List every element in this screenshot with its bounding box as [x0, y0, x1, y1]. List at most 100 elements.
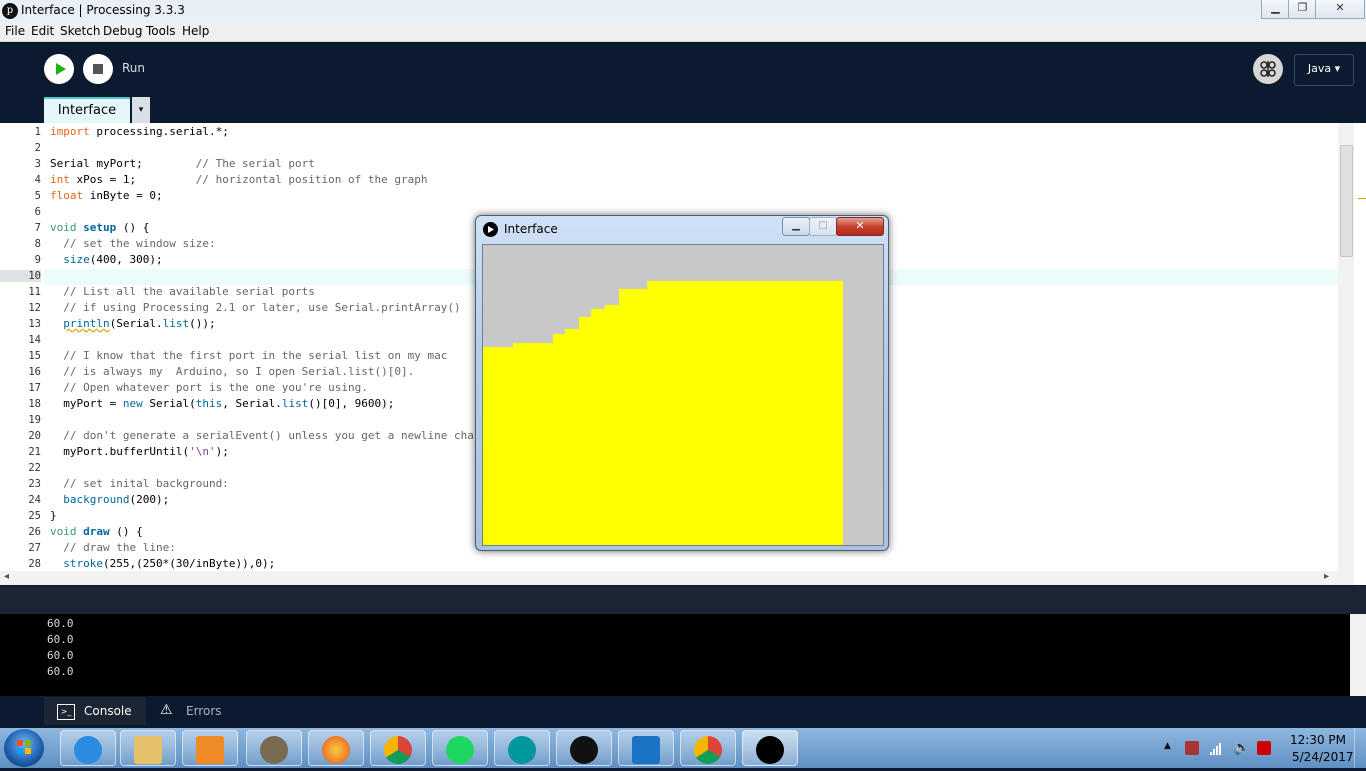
code-line: // Open whatever port is the one you're … [50, 381, 368, 394]
arduino-icon [508, 736, 536, 764]
console-tab-label: Console [84, 704, 132, 718]
tab-interface[interactable]: Interface [44, 97, 130, 123]
graph-bar [553, 334, 565, 545]
code-line: void setup () { [50, 221, 150, 234]
line-number: 24 [28, 494, 41, 506]
run-label: Run [122, 61, 146, 75]
stop-button[interactable] [83, 54, 113, 84]
code-line: // don't generate a serialEvent() unless… [50, 429, 521, 442]
maximize-icon[interactable]: ❐ [1288, 0, 1317, 19]
code-line: // set inital background: [50, 477, 229, 490]
taskbar-sketch-running[interactable] [742, 730, 798, 766]
console-scrollbar[interactable] [1350, 614, 1366, 696]
butterfly-icon [1260, 61, 1276, 77]
line-number: 21 [28, 446, 41, 458]
console-line: 60.0 [47, 633, 74, 646]
menu-help[interactable]: Help [182, 24, 209, 38]
taskbar-explorer[interactable] [120, 730, 176, 766]
sketch-canvas[interactable] [482, 244, 884, 546]
graph-bar [579, 317, 591, 545]
line-number: 1 [34, 126, 41, 138]
security-tray-icon[interactable] [1185, 741, 1199, 755]
network-icon[interactable] [1209, 741, 1223, 755]
minimize-button[interactable]: ▁ [1261, 0, 1290, 19]
sketch-minimize-button[interactable]: ▁ [782, 217, 810, 236]
processing-icon [570, 736, 598, 764]
line-number: 8 [34, 238, 41, 250]
editor-horizontal-scrollbar[interactable]: ◂ ▸ [0, 571, 1354, 585]
gimp-icon [260, 736, 288, 764]
line-number: 26 [28, 526, 41, 538]
line-number: 17 [28, 382, 41, 394]
show-hidden-icons-icon[interactable]: ▲ [1164, 741, 1171, 751]
line-number-gutter: 1 2 3 4 5 6 7 8 9 10 11 12 13 14 15 16 1… [0, 123, 44, 571]
debugger-button[interactable] [1253, 54, 1283, 84]
warning-marker[interactable] [1358, 198, 1366, 199]
line-number: 13 [28, 318, 41, 330]
editor-scroll-thumb[interactable] [1340, 145, 1353, 257]
code-line: myPort = new Serial(this, Serial.list()[… [50, 397, 395, 410]
console-line: 60.0 [47, 665, 74, 678]
taskbar-ie[interactable] [60, 730, 116, 766]
menu-sketch[interactable]: Sketch [60, 24, 100, 38]
console-icon: >_ [57, 704, 75, 720]
line-number: 18 [28, 398, 41, 410]
clock-time[interactable]: 12:30 PM [1290, 733, 1346, 747]
sketch-close-button[interactable]: ✕ [836, 217, 884, 236]
menu-edit[interactable]: Edit [31, 24, 54, 38]
taskbar-brackets[interactable] [618, 730, 674, 766]
tab-menu-button[interactable]: ▾ [132, 97, 150, 123]
error-marker-column [1354, 123, 1366, 585]
line-number: 11 [28, 286, 41, 298]
folder-icon [134, 736, 162, 764]
mode-selector[interactable]: Java ▾ [1294, 54, 1354, 86]
graph-bar [619, 289, 647, 545]
taskbar-media[interactable] [182, 730, 238, 766]
menu-file[interactable]: File [5, 24, 25, 38]
line-number: 15 [28, 350, 41, 362]
line-number: 25 [28, 510, 41, 522]
code-line: // draw the line: [50, 541, 176, 554]
code-line: // set the window size: [50, 237, 216, 250]
line-number: 4 [34, 174, 41, 186]
media-player-icon [196, 736, 224, 764]
volume-icon[interactable]: 🔈 [1233, 740, 1250, 756]
code-line: void draw () { [50, 525, 143, 538]
graph-bar [483, 347, 513, 545]
taskbar-processing[interactable] [556, 730, 612, 766]
line-number: 10 [0, 270, 41, 282]
status-bar [0, 586, 1366, 614]
windows-logo-icon [17, 740, 31, 754]
menu-tools[interactable]: Tools [146, 24, 176, 38]
line-number: 3 [34, 158, 41, 170]
show-desktop-button[interactable] [1354, 728, 1366, 768]
graph-bar [565, 329, 579, 545]
toolbar [0, 42, 1366, 96]
taskbar-chrome-2[interactable] [680, 730, 736, 766]
menu-bar: File Edit Sketch Debug Tools Help [0, 22, 1366, 42]
taskbar-firefox[interactable] [308, 730, 364, 766]
taskbar-spotify[interactable] [432, 730, 488, 766]
processing-app-icon: p [2, 3, 18, 19]
run-button[interactable] [44, 54, 74, 84]
taskbar-arduino[interactable] [494, 730, 550, 766]
menu-debug[interactable]: Debug [103, 24, 142, 38]
errors-tab-label[interactable]: Errors [186, 704, 222, 718]
scroll-left-arrow-icon[interactable]: ◂ [4, 571, 9, 582]
close-button[interactable]: ✕ [1315, 0, 1365, 19]
line-number: 6 [34, 206, 41, 218]
line-number: 22 [28, 462, 41, 474]
taskbar-gimp[interactable] [246, 730, 302, 766]
line-number: 19 [28, 414, 41, 426]
console-line: 60.0 [47, 617, 74, 630]
adobe-tray-icon[interactable] [1257, 741, 1271, 755]
start-button[interactable] [4, 729, 44, 767]
code-line: // I know that the first port in the ser… [50, 349, 448, 362]
sketch-window-title: Interface [504, 222, 558, 236]
code-line: } [50, 509, 57, 522]
title-bar [0, 0, 1366, 22]
code-line: import processing.serial.*; [50, 125, 229, 138]
taskbar-chrome[interactable] [370, 730, 426, 766]
scroll-right-arrow-icon[interactable]: ▸ [1324, 571, 1329, 582]
clock-date[interactable]: 5/24/2017 [1292, 750, 1354, 764]
